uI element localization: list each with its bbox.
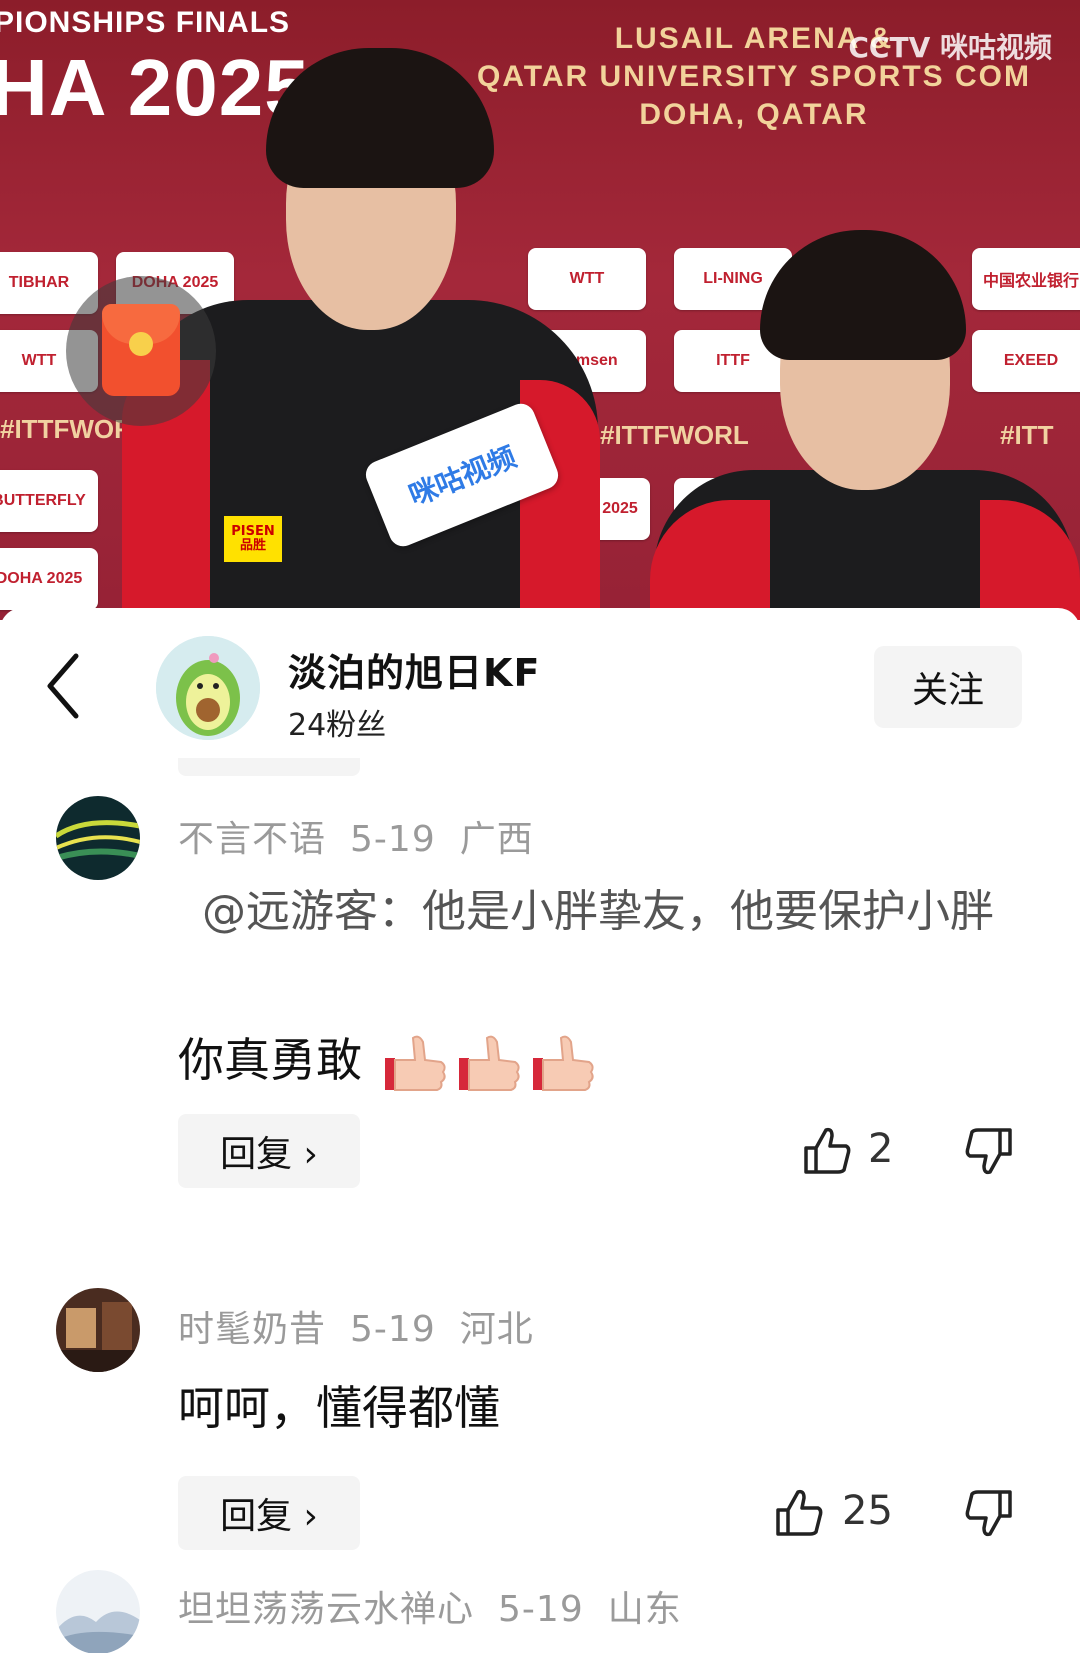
like-button[interactable] bbox=[800, 1124, 854, 1178]
sponsor-logo: DOHA 2025 bbox=[0, 548, 98, 610]
sponsor-logo: BUTTERFLY bbox=[0, 470, 98, 532]
aurora-avatar-icon bbox=[56, 796, 140, 880]
comment-meta: 坦坦荡荡云水禅心 5-19 山东 bbox=[178, 1580, 706, 1632]
comment-date: 5-19 bbox=[350, 819, 436, 860]
thumbs-up-icon bbox=[804, 1127, 851, 1174]
reply-button[interactable]: 回复 › bbox=[178, 1476, 360, 1550]
sponsor-logo: 中国农业银行 bbox=[972, 248, 1080, 310]
thumbs-up-emoji-icon bbox=[529, 1032, 599, 1096]
prev-reply-button-edge bbox=[178, 758, 360, 776]
thumbs-down-icon bbox=[965, 1490, 1012, 1537]
red-packet-button[interactable] bbox=[66, 276, 216, 426]
reply-button[interactable]: 回复 › bbox=[178, 1114, 360, 1188]
room-avatar-icon bbox=[56, 1288, 140, 1372]
thumbs-up-emoji-icon bbox=[381, 1032, 451, 1096]
fans-count: 24粉丝 bbox=[288, 708, 387, 743]
comment-date: 5-19 bbox=[498, 1589, 584, 1630]
follow-button[interactable]: 关注 bbox=[874, 646, 1022, 728]
thumbs-up-icon bbox=[776, 1489, 823, 1536]
comment-author[interactable]: 时髦奶昔 bbox=[178, 1309, 326, 1350]
avocado-avatar-icon bbox=[156, 636, 260, 740]
comment-text: 你真勇敢 bbox=[178, 1024, 599, 1096]
commenter-avatar[interactable] bbox=[56, 796, 140, 880]
comment-location: 河北 bbox=[459, 1309, 534, 1350]
hashtag-text: #ITT bbox=[1000, 420, 1054, 450]
red-packet-icon bbox=[102, 304, 180, 396]
comment-author[interactable]: 坦坦荡荡云水禅心 bbox=[178, 1589, 474, 1630]
commenter-avatar[interactable] bbox=[56, 1288, 140, 1372]
sponsor-logo: EXEED bbox=[972, 330, 1080, 392]
video-player[interactable]: PIONSHIPS FINALS HA 2025 LUSAIL ARENA & … bbox=[0, 0, 1080, 620]
dislike-button[interactable] bbox=[962, 1486, 1016, 1540]
like-count: 25 bbox=[842, 1488, 893, 1534]
hashtag-text: #ITTFWORL bbox=[600, 420, 749, 450]
comment-location: 山东 bbox=[607, 1589, 682, 1630]
dislike-button[interactable] bbox=[962, 1124, 1016, 1178]
avatar[interactable] bbox=[156, 636, 260, 740]
venue-line3: DOHA, QATAR bbox=[639, 98, 869, 131]
thumbs-up-emoji-icon bbox=[455, 1032, 525, 1096]
username[interactable]: 淡泊的旭日KF bbox=[288, 642, 540, 697]
comment-date: 5-19 bbox=[350, 1309, 436, 1350]
event-title-line2: HA 2025 bbox=[0, 43, 310, 132]
video-watermark: CCTV 咪咕视频 bbox=[848, 31, 1052, 64]
sponsor-logo: WTT bbox=[528, 248, 646, 310]
event-title-line1: PIONSHIPS FINALS bbox=[0, 6, 291, 39]
sponsor-patch: PISEN 品胜 bbox=[224, 516, 282, 562]
comment-sheet: 淡泊的旭日KF 24粉丝 关注 不言不语 5-19 广西 @远游客：他是小胖挚友，他… bbox=[0, 608, 1080, 1653]
comment-meta: 时髦奶昔 5-19 河北 bbox=[178, 1300, 558, 1352]
comment-body: 你真勇敢 bbox=[178, 1033, 362, 1087]
profile-header: 淡泊的旭日KF 24粉丝 关注 bbox=[0, 608, 1080, 758]
comment-body: 呵呵，懂得都懂 bbox=[178, 1381, 500, 1435]
quoted-comment: @远游客：他是小胖挚友，他要保护小胖 bbox=[202, 886, 994, 937]
comment-location: 广西 bbox=[459, 819, 534, 860]
comment-author[interactable]: 不言不语 bbox=[178, 819, 326, 860]
chevron-left-icon bbox=[47, 653, 79, 719]
back-button[interactable] bbox=[42, 648, 86, 724]
like-button[interactable] bbox=[772, 1486, 826, 1540]
commenter-avatar[interactable] bbox=[56, 1570, 140, 1653]
like-count: 2 bbox=[868, 1126, 894, 1172]
comment-meta: 不言不语 5-19 广西 bbox=[178, 810, 558, 862]
landscape-avatar-icon bbox=[56, 1570, 140, 1653]
thumbs-down-icon bbox=[965, 1128, 1012, 1175]
